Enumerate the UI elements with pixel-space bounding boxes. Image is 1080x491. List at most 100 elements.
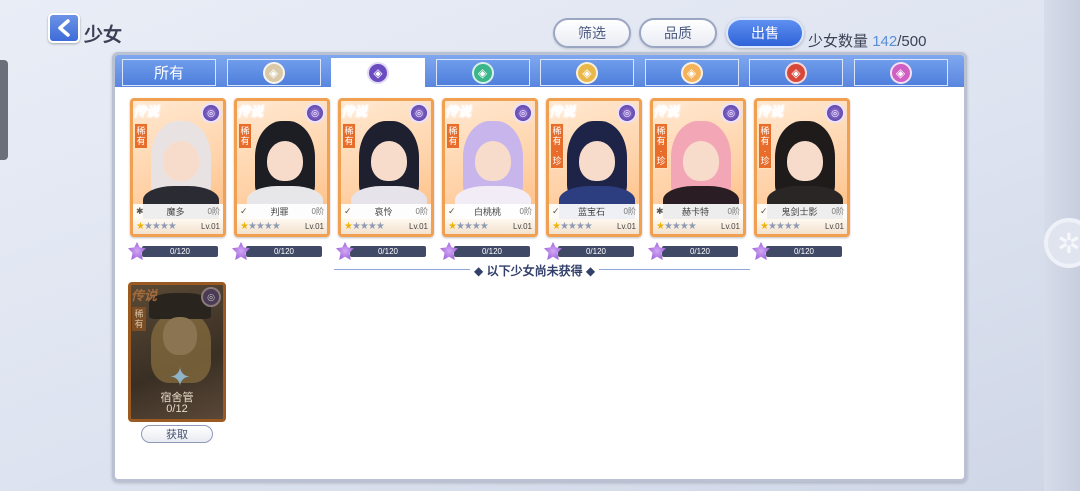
page-title: 少女 <box>84 25 123 46</box>
level-bar: ★★★★★ Lv.01 <box>549 219 639 234</box>
tab-wind-element[interactable]: ◈ <box>435 59 530 86</box>
portrait-face <box>163 141 199 181</box>
level-label: Lv.01 <box>305 222 324 231</box>
character-name: 判罪 <box>270 207 289 217</box>
sell-button[interactable]: 出售 <box>726 18 804 48</box>
light-element-icon: ◈ <box>680 61 703 84</box>
level-bar: ★★★★★ Lv.01 <box>133 219 223 234</box>
shard-progress-bar: 0/120 <box>662 246 738 257</box>
character-card[interactable]: 传说 稀有 ◎ ✓ 白桃桃 0阶 ★★★★★ Lv.01 <box>442 98 538 237</box>
star-icon: ★★★★ <box>663 221 697 232</box>
tab-star-element[interactable]: ◈ <box>540 59 634 86</box>
rarity-tag: 稀有 <box>446 123 460 149</box>
level-label: Lv.01 <box>201 222 220 231</box>
level-bar: ★★★★★ Lv.01 <box>653 219 743 234</box>
legend-badge: 传说 <box>653 104 680 120</box>
tab-all[interactable]: 所有 <box>122 59 216 86</box>
character-name: 白桃桃 <box>474 207 502 217</box>
rarity-tag: 稀有·珍 <box>550 123 564 169</box>
legend-badge: 传说 <box>341 104 368 120</box>
star-icon: ★★★★ <box>455 221 489 232</box>
shard-progress: 0/120 <box>128 242 238 260</box>
star-element-icon: ◈ <box>576 61 598 84</box>
legend-badge: 传说 <box>445 104 472 120</box>
role-icon: ✓ <box>448 206 456 216</box>
locked-character-card[interactable]: 传说 稀有 ◎ ✦ 宿舍管 0/12 <box>128 282 226 422</box>
shield-element-icon: ◈ <box>262 61 285 84</box>
character-name: 蓝宝石 <box>578 207 606 217</box>
name-bar: ✓ 哀怜 0阶 <box>341 204 431 219</box>
role-icon: ✓ <box>240 206 248 216</box>
dark-element-icon: ◎ <box>721 103 741 123</box>
star-rating: ★★★★★ <box>448 221 513 232</box>
tab-dark-element[interactable]: ◈ <box>331 58 425 88</box>
character-card[interactable]: 传说 稀有 ◎ ✓ 判罪 0阶 ★★★★★ Lv.01 <box>234 98 330 237</box>
rarity-tag: 稀有 <box>342 123 356 149</box>
character-card[interactable]: 传说 稀有 ◎ ✓ 哀怜 0阶 ★★★★★ Lv.01 <box>338 98 434 237</box>
star-icon: ★ <box>136 221 145 232</box>
character-card[interactable]: 传说 稀有·珍 ◎ ✓ 蓝宝石 0阶 ★★★★★ Lv.01 <box>546 98 642 237</box>
level-label: Lv.01 <box>409 222 428 231</box>
filter-button[interactable]: 筛选 <box>553 18 631 48</box>
name-bar: ✓ 判罪 0阶 <box>237 204 327 219</box>
tier-label: 0阶 <box>311 207 324 216</box>
legend-badge: 传说 <box>237 104 264 120</box>
dark-element-icon: ◎ <box>409 103 429 123</box>
girl-count: 少女数量 142/500 <box>808 30 926 51</box>
tab-light-element[interactable]: ◈ <box>644 59 739 86</box>
tab-fire-element[interactable]: ◈ <box>749 59 843 86</box>
portrait-face <box>475 141 511 181</box>
star-icon: ★★★★ <box>351 221 385 232</box>
legend-badge: 传说 <box>757 104 784 120</box>
rarity-tag: 稀有 <box>134 123 148 149</box>
locked-card-progress: 0/12 <box>166 403 188 415</box>
shard-gem-icon <box>648 242 666 260</box>
shard-progress: 0/120 <box>232 242 342 260</box>
portrait-face <box>371 141 407 181</box>
portrait-face <box>579 141 615 181</box>
shard-progress-bar: 0/120 <box>246 246 322 257</box>
back-button[interactable] <box>48 13 80 43</box>
character-name: 魔多 <box>166 207 185 217</box>
character-card[interactable]: 传说 稀有 ◎ ✱ 魔多 0阶 ★★★★★ Lv.01 <box>130 98 226 237</box>
unobtained-divider-label: ◆ 以下少女尚未获得 ◆ <box>470 262 600 279</box>
role-icon: ✓ <box>344 206 352 216</box>
shard-progress: 0/120 <box>544 242 654 260</box>
role-icon: ✱ <box>656 206 664 216</box>
left-edge-handle <box>0 60 8 160</box>
shard-progress: 0/120 <box>440 242 550 260</box>
tab-magic-element[interactable]: ◈ <box>853 59 948 86</box>
shard-progress: 0/120 <box>648 242 758 260</box>
rarity-tag: 稀有 <box>132 307 146 331</box>
level-label: Lv.01 <box>617 222 636 231</box>
shard-progress-bar: 0/120 <box>350 246 426 257</box>
legend-badge: 传说 <box>131 288 158 303</box>
dark-element-icon: ◎ <box>617 103 637 123</box>
quality-button[interactable]: 品质 <box>639 18 717 48</box>
dark-element-icon: ◎ <box>201 287 221 307</box>
level-bar: ★★★★★ Lv.01 <box>445 219 535 234</box>
star-rating: ★★★★★ <box>760 221 825 232</box>
tab-label: 所有 <box>153 65 184 82</box>
shard-gem-icon <box>336 242 354 260</box>
shard-gem-icon <box>752 242 770 260</box>
name-bar: ✓ 蓝宝石 0阶 <box>549 204 639 219</box>
star-icon: ★ <box>344 221 353 232</box>
name-bar: ✓ 白桃桃 0阶 <box>445 204 535 219</box>
role-icon: ✓ <box>760 206 768 216</box>
tier-label: 0阶 <box>415 207 428 216</box>
tab-shield-element[interactable]: ◈ <box>226 59 321 86</box>
obtain-button[interactable]: 获取 <box>141 425 213 443</box>
tier-label: 0阶 <box>727 207 740 216</box>
star-icon: ★ <box>552 221 561 232</box>
character-card[interactable]: 传说 稀有·珍 ◎ ✓ 鬼剑士影 0阶 ★★★★★ Lv.01 <box>754 98 850 237</box>
star-icon: ★ <box>448 221 457 232</box>
star-icon: ★★★★ <box>559 221 593 232</box>
star-rating: ★★★★★ <box>344 221 409 232</box>
character-card[interactable]: 传说 稀有·珍 ◎ ✱ 赫卡特 0阶 ★★★★★ Lv.01 <box>650 98 746 237</box>
name-bar: ✱ 魔多 0阶 <box>133 204 223 219</box>
tier-label: 0阶 <box>623 207 636 216</box>
character-name: 鬼剑士影 <box>781 207 818 217</box>
character-name: 赫卡特 <box>682 207 710 217</box>
star-icon: ★ <box>760 221 769 232</box>
